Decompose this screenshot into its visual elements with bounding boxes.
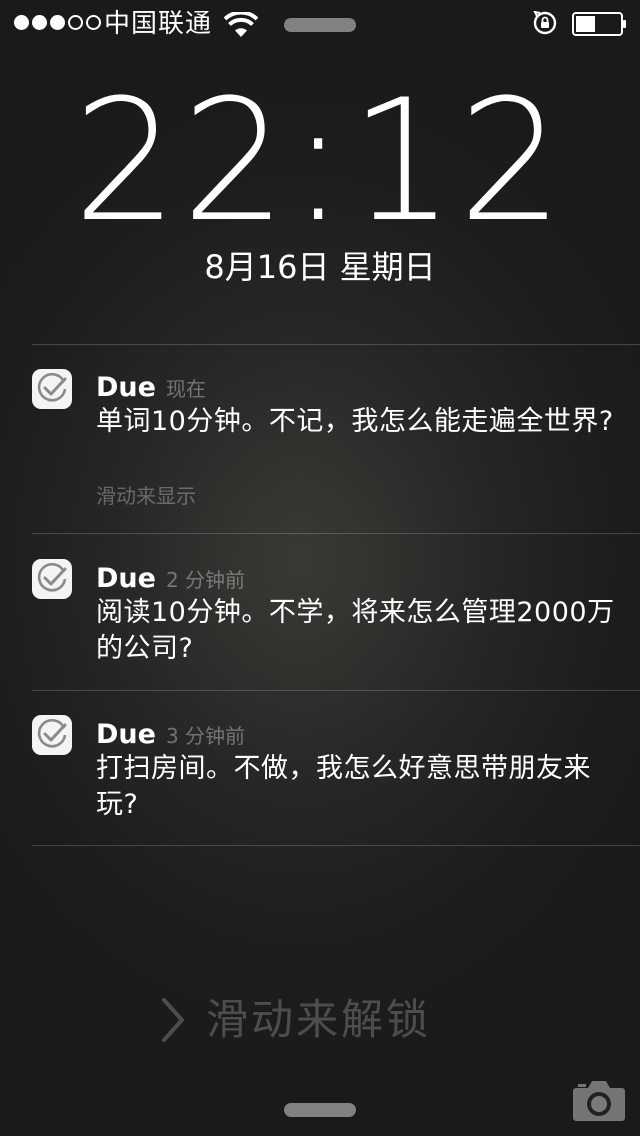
signal-dot [32,15,47,30]
notification-item[interactable]: Due 2 分钟前 阅读10分钟。不学，将来怎么管理2000万的公司? [0,534,640,690]
chevron-right-icon [162,998,184,1042]
due-app-icon [32,369,72,409]
slide-to-unlock-label: 滑动来解锁 [206,995,432,1044]
orientation-lock-icon [533,11,557,35]
checkmark-icon [37,719,67,748]
due-app-icon [32,559,72,599]
status-bar: 中国联通 [0,0,640,46]
slide-to-unlock[interactable]: 滑动来解锁 [160,990,431,1050]
notification-item[interactable]: Due 现在 单词10分钟。不记，我怎么能走遍全世界? 滑动来显示 [0,345,640,533]
signal-dot [68,15,83,30]
notification-time: 2 分钟前 [165,568,246,592]
notification-item[interactable]: Due 3 分钟前 打扫房间。不做，我怎么好意思带朋友来玩? [0,691,640,845]
slide-to-view-hint: 滑动来显示 [96,484,196,508]
signal-dot [50,15,65,30]
app-name: Due [96,719,156,750]
wifi-icon [224,12,258,37]
lock-screen-date: 8月16日 星期日 [204,248,436,286]
notification-body: 阅读10分钟。不学，将来怎么管理2000万的公司? [96,597,615,664]
signal-strength-icon [14,15,101,30]
due-app-icon [32,715,72,755]
control-center-handle[interactable] [284,1103,356,1117]
notification-time: 3 分钟前 [165,724,246,748]
notification-header: Due 3 分钟前 [96,718,245,753]
notification-body: 打扫房间。不做，我怎么好意思带朋友来玩? [96,753,591,820]
notification-header: Due 现在 [96,371,206,406]
signal-dot [86,15,101,30]
app-name: Due [96,563,156,594]
checkmark-icon [37,373,67,402]
notification-time: 现在 [165,377,206,401]
app-name: Due [96,372,156,403]
time-text: 22:12 [72,63,568,259]
divider [32,845,640,846]
signal-dot [14,15,29,30]
notification-body: 单词10分钟。不记，我怎么能走遍全世界? [96,406,614,437]
notification-center-handle[interactable] [284,18,356,32]
carrier-name: 中国联通 [104,9,213,39]
lock-screen-time: 22:12 [0,76,640,246]
checkmark-icon [37,563,67,592]
battery-icon [572,12,626,36]
notification-header: Due 2 分钟前 [96,562,245,597]
camera-icon[interactable] [572,1078,626,1122]
